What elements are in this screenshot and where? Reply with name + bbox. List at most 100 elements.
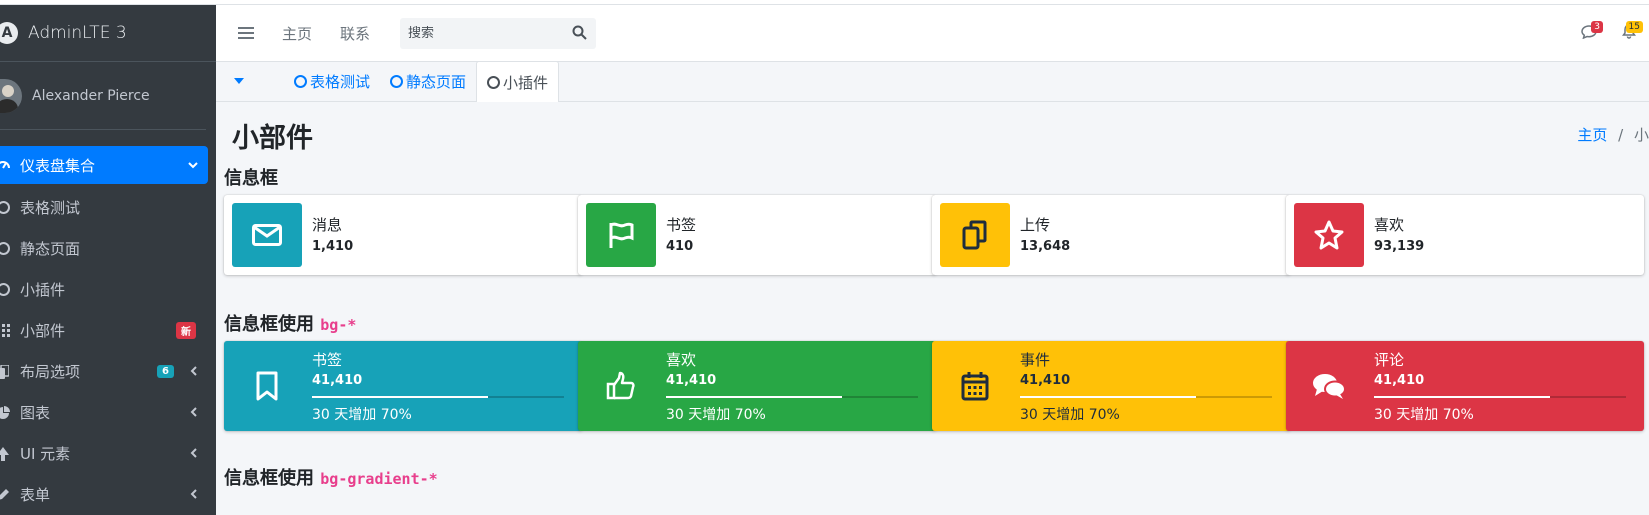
info-box-text: 事件 (1020, 351, 1051, 369)
tab-label: 表格测试 (310, 72, 371, 91)
progress-bar (312, 396, 564, 398)
info-box-number: 41,410 (1374, 373, 1425, 388)
breadcrumb-separator: / (1618, 126, 1624, 144)
copy-icon (0, 364, 12, 379)
circle-icon (390, 74, 404, 88)
sidebar-nav: 仪表盘集合 表格测试 静态页面 小插件 小部件 新 布局选项 6 图表 UI 元… (0, 130, 216, 515)
info-box-text: 书签 (666, 216, 697, 234)
chart-pie-icon (0, 405, 12, 420)
grid-icon (0, 324, 12, 337)
info-box-text: 喜欢 (666, 351, 697, 369)
section-title-infobox-bg: 信息框使用 bg-* (224, 310, 356, 336)
progress-bar (666, 396, 918, 398)
progress-description: 30 天增加 70% (312, 407, 412, 423)
circle-icon (487, 75, 501, 89)
user-panel: Alexander Pierce (0, 62, 206, 130)
brand-text: AdminLTE 3 (28, 23, 127, 43)
sidebar-item-ui-elements[interactable]: UI 元素 (0, 433, 216, 474)
circle-icon (0, 201, 12, 214)
info-box-bg-likes: 喜欢 41,410 30 天增加 70% (578, 341, 936, 431)
info-box-text: 上传 (1020, 216, 1051, 234)
info-box-bookmarks: 书签 410 (578, 195, 936, 275)
messages-count-badge: 3 (1591, 20, 1603, 33)
sidebar-item-plugins[interactable]: 小插件 (0, 269, 216, 310)
info-box-number: 41,410 (312, 373, 363, 388)
tab-table-test[interactable]: 表格测试 (284, 61, 380, 101)
tab-label: 小插件 (503, 73, 549, 92)
breadcrumb-current: 小 (1633, 126, 1649, 144)
notifications-dropdown[interactable]: 15 (1609, 19, 1649, 49)
edit-icon (0, 488, 12, 502)
progress-description: 30 天增加 70% (1374, 407, 1474, 423)
sidebar-item-label: 表单 (20, 486, 51, 504)
tachometer-icon (0, 158, 12, 172)
search-icon[interactable] (572, 25, 588, 41)
iframe-tabs-bar: 表格测试 静态页面 小插件 (216, 61, 1649, 102)
circle-icon (0, 283, 12, 296)
navbar-search (400, 17, 597, 49)
info-box-number: 41,410 (1020, 373, 1071, 388)
navbar-right: 3 15 (1569, 5, 1649, 62)
section-title-code: bg-* (320, 316, 357, 334)
count-badge: 6 (157, 365, 174, 378)
info-box-text: 消息 (312, 216, 343, 234)
sidebar-item-label: 图表 (20, 404, 51, 422)
brand-link[interactable]: A AdminLTE 3 (0, 5, 216, 62)
info-box-bg-comments: 评论 41,410 30 天增加 70% (1286, 341, 1644, 431)
sidebar-item-table-test[interactable]: 表格测试 (0, 187, 216, 228)
section-title-text: 信息框使用 (224, 314, 314, 335)
thumbs-up-icon (586, 349, 656, 423)
breadcrumb: 主页 / 小 (1577, 124, 1649, 145)
sidebar-item-label: 小插件 (20, 281, 66, 299)
info-box-number: 1,410 (312, 239, 354, 254)
sidebar-item-label: 表格测试 (20, 199, 81, 217)
info-box-bg-events: 事件 41,410 30 天增加 70% (932, 341, 1290, 431)
info-box-number: 93,139 (1374, 239, 1425, 254)
section-title-infobox-gradient: 信息框使用 bg-gradient-* (224, 464, 438, 490)
sidebar-item-label: UI 元素 (20, 445, 71, 463)
breadcrumb-home-link[interactable]: 主页 (1577, 126, 1607, 144)
info-box-number: 410 (666, 239, 694, 254)
info-box-messages: 消息 1,410 (224, 195, 582, 275)
progress-description: 30 天增加 70% (666, 407, 766, 423)
sidebar-item-forms[interactable]: 表单 (0, 474, 216, 515)
chevron-left-icon (190, 488, 198, 502)
info-box-uploads: 上传 13,648 (932, 195, 1290, 275)
sidebar-item-label: 仪表盘集合 (20, 156, 96, 175)
messages-dropdown[interactable]: 3 (1569, 19, 1609, 49)
section-title-code: bg-gradient-* (320, 470, 438, 488)
chevron-down-icon (188, 158, 198, 172)
sidebar-item-charts[interactable]: 图表 (0, 392, 216, 433)
user-name-link[interactable]: Alexander Pierce (32, 88, 150, 104)
sidebar-item-widgets[interactable]: 小部件 新 (0, 310, 216, 351)
info-box-text: 评论 (1374, 351, 1405, 369)
progress-bar (1374, 396, 1626, 398)
section-title-text: 信息框使用 (224, 468, 314, 489)
main-sidebar: A AdminLTE 3 Alexander Pierce 仪表盘集合 表格测试… (0, 5, 216, 515)
copy-icon (940, 203, 1010, 267)
info-box-number: 41,410 (666, 373, 717, 388)
sidebar-item-dashboard[interactable]: 仪表盘集合 (0, 146, 208, 184)
sidebar-item-static-page[interactable]: 静态页面 (0, 228, 216, 269)
user-avatar[interactable] (0, 78, 22, 113)
tab-plugins[interactable]: 小插件 (476, 61, 560, 102)
chevron-left-icon (190, 447, 198, 461)
sidebar-item-label: 小部件 (20, 322, 66, 340)
hamburger-menu-icon[interactable] (238, 27, 254, 39)
tab-static-page[interactable]: 静态页面 (380, 61, 476, 101)
content-wrapper: 小部件 主页 / 小 信息框 消息 1,410 书签 410 上传 13,648… (216, 102, 1649, 515)
comments-icon (1294, 349, 1364, 423)
sidebar-item-layout-options[interactable]: 布局选项 6 (0, 351, 216, 392)
new-badge: 新 (176, 322, 196, 339)
page-title: 小部件 (232, 123, 313, 154)
section-title-infobox: 信息框 (224, 168, 278, 189)
caret-down-icon[interactable] (234, 78, 244, 84)
sidebar-item-label: 静态页面 (20, 240, 81, 258)
search-input[interactable] (408, 25, 559, 41)
chevron-left-icon (190, 406, 198, 420)
calendar-icon (940, 349, 1010, 423)
nav-link-contact[interactable]: 联系 (340, 23, 370, 44)
nav-link-home[interactable]: 主页 (282, 23, 312, 44)
info-box-text: 书签 (312, 351, 343, 369)
info-box-text: 喜欢 (1374, 216, 1405, 234)
